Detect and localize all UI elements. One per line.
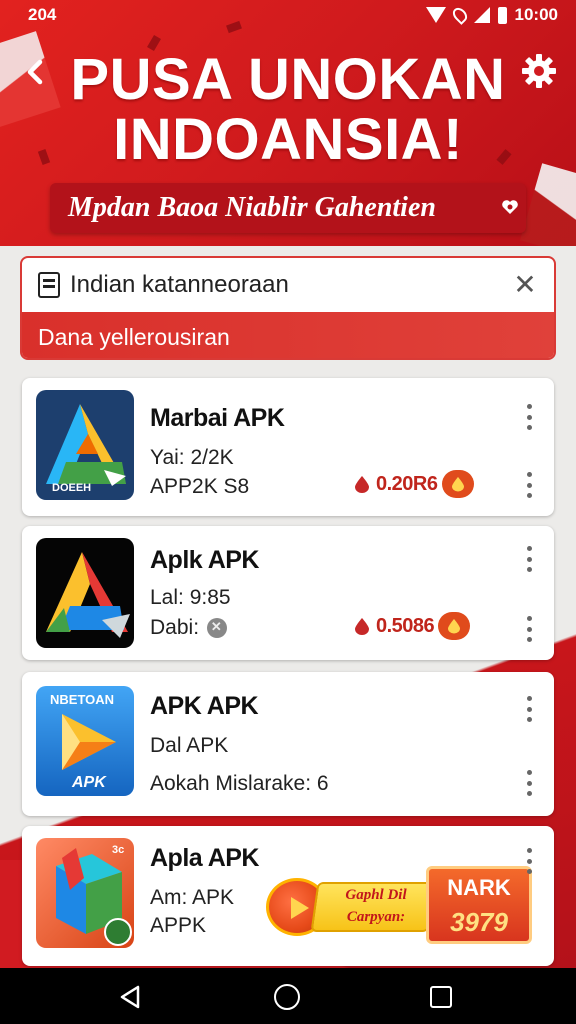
- subtitle-banner: Mpdan Baoa Niablir Gahentien: [50, 183, 526, 233]
- app-icon: 3c: [36, 838, 134, 948]
- coin-icon: [206, 618, 227, 639]
- more-options-icon[interactable]: [524, 696, 534, 722]
- app-card[interactable]: 3c Apla APK Am: APK APPK Gaphl Dil Carpy…: [22, 826, 554, 966]
- more-options-icon[interactable]: [524, 472, 534, 498]
- status-icons: 10:00: [425, 5, 558, 25]
- app-icon: DOEEH: [36, 390, 134, 500]
- close-icon[interactable]: ✕: [510, 270, 540, 300]
- chevron-left-icon: [27, 59, 43, 85]
- app-card[interactable]: Aplk APK Lal: 9:85 Dabi: 0.5086: [22, 526, 554, 660]
- promo-mark-title: NARK: [447, 875, 511, 900]
- back-button[interactable]: [18, 52, 52, 92]
- app-icon: NBETOAN APK: [36, 686, 134, 796]
- triangle-logo-icon: [46, 552, 130, 638]
- search-suggestion[interactable]: Dana yellerousiran: [22, 312, 554, 358]
- status-bar: 204 10:00: [0, 0, 576, 30]
- price-value: 0.5086: [376, 614, 435, 637]
- gear-icon: [522, 54, 556, 88]
- system-nav-bar: [0, 968, 576, 1024]
- document-icon: [38, 272, 60, 298]
- nav-home-icon[interactable]: [274, 984, 300, 1010]
- app-detail: Yai: 2/2K: [150, 446, 234, 469]
- subtitle-text: Mpdan Baoa Niablir Gahentien: [68, 192, 436, 223]
- app-detail-text: Dabi:: [150, 616, 200, 639]
- app-name: APK APK: [150, 692, 259, 720]
- app-icon: [36, 538, 134, 648]
- status-time: 10:00: [514, 5, 558, 24]
- app-detail: Aokah Mislarake: 6: [150, 772, 329, 795]
- settings-button[interactable]: [518, 50, 560, 92]
- app-detail: Lal: 9:85: [150, 586, 231, 609]
- search-suggestion-text: Dana yellerousiran: [38, 324, 230, 350]
- promo-mark-value: 3979: [450, 907, 508, 937]
- page-title-line2: INDOANSIA!: [113, 107, 463, 172]
- more-options-icon[interactable]: [524, 848, 534, 874]
- promo-tag-text: Gaphl Dil Carpyan:: [345, 887, 407, 925]
- nav-back-icon[interactable]: [118, 984, 144, 1010]
- search-card: ✕ Dana yellerousiran: [20, 256, 556, 360]
- app-detail: APPK: [150, 914, 207, 937]
- app-card[interactable]: NBETOAN APK APK APK Dal APK Aokah Mislar…: [22, 672, 554, 816]
- heart-icon: [502, 200, 518, 214]
- flame-badge-icon: [438, 612, 471, 640]
- app-name: Marbai APK: [150, 404, 285, 432]
- app-detail: Dal APK: [150, 734, 229, 757]
- flame-icon: [355, 476, 369, 493]
- search-input[interactable]: [70, 270, 490, 300]
- price-value: 0.20R6: [376, 472, 438, 495]
- app-name: Aplk APK: [150, 546, 259, 574]
- wifi-icon: [425, 7, 446, 23]
- search-row: ✕: [22, 258, 554, 312]
- more-options-icon[interactable]: [524, 404, 534, 430]
- promo-badge-mark[interactable]: NARK 3979: [426, 866, 532, 944]
- promo-badge-play[interactable]: Gaphl Dil Carpyan:: [266, 874, 436, 940]
- confetti: [37, 149, 51, 165]
- page-title: PUSA UNOKAN INDOANSIA!: [60, 50, 516, 170]
- nav-recents-icon[interactable]: [430, 986, 452, 1008]
- price-tag: 0.5086: [354, 612, 471, 640]
- app-icon-label: 3c: [112, 844, 125, 856]
- app-name: Apla APK: [150, 844, 259, 872]
- app-icon-label: DOEEH: [52, 482, 92, 494]
- page-title-line1: PUSA UNOKAN: [70, 47, 506, 112]
- verified-badge-icon: [104, 918, 132, 946]
- more-options-icon[interactable]: [524, 770, 534, 796]
- flame-badge-icon: [441, 470, 474, 498]
- flame-icon: [355, 618, 369, 635]
- app-icon-label: NBETOAN: [50, 692, 115, 707]
- app-detail: Dabi:: [150, 616, 227, 640]
- battery-icon: [497, 6, 507, 24]
- app-card[interactable]: DOEEH Marbai APK Yai: 2/2K APP2K S8 0.20…: [22, 378, 554, 516]
- app-detail: APP2K S8: [150, 475, 250, 498]
- more-options-icon[interactable]: [524, 616, 534, 642]
- app-detail: Am: APK: [150, 886, 235, 909]
- location-icon: [449, 5, 470, 25]
- more-options-icon[interactable]: [524, 546, 534, 572]
- flag-decoration-right: [520, 163, 576, 246]
- price-tag: 0.20R6: [354, 470, 474, 498]
- signal-icon: [473, 7, 490, 23]
- status-left-text: 204: [28, 5, 57, 24]
- app-icon-label: APK: [72, 774, 106, 791]
